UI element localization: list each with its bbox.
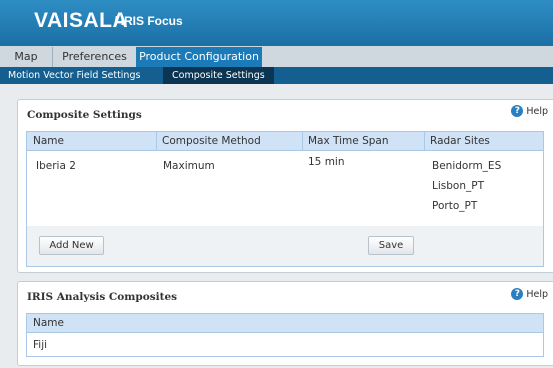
table-header: Name Composite Method Max Time Span Rada… — [27, 132, 543, 151]
tab-product-configuration[interactable]: Product Configuration — [136, 47, 262, 67]
iris-analysis-composites-panel: IRIS Analysis Composites ? Help Name Fij… — [17, 281, 553, 366]
help-label: Help — [526, 288, 548, 300]
radar-site: Benidorm_ES — [432, 160, 502, 172]
composite-table: Name Composite Method Max Time Span Rada… — [26, 131, 544, 267]
main-tab-bar: Map Preferences Product Configuration — [0, 46, 553, 67]
product-name: / IRIS Focus — [114, 14, 183, 28]
analysis-table: Name Fiji — [26, 313, 544, 357]
tab-composite-settings[interactable]: Composite Settings — [163, 67, 274, 84]
row-time-span: 15 min — [308, 156, 345, 168]
table-footer: Add New Save — [27, 226, 543, 266]
column-name: Name — [33, 135, 64, 147]
column-name: Name — [33, 317, 64, 329]
column-composite-method: Composite Method — [156, 132, 302, 150]
help-icon: ? — [511, 288, 524, 300]
panel-title: Composite Settings — [27, 109, 142, 121]
panel-title: IRIS Analysis Composites — [27, 291, 178, 303]
radar-site: Lisbon_PT — [432, 180, 484, 192]
column-radar-sites: Radar Sites — [424, 132, 545, 150]
tab-preferences[interactable]: Preferences — [56, 47, 133, 67]
app-header: VAISALA / IRIS Focus — [0, 0, 553, 46]
row-name: Iberia 2 — [36, 160, 76, 172]
add-new-button[interactable]: Add New — [39, 236, 104, 255]
save-button[interactable]: Save — [368, 236, 414, 255]
help-link[interactable]: ? Help — [511, 105, 548, 117]
help-icon: ? — [511, 105, 524, 117]
help-link[interactable]: ? Help — [511, 288, 548, 300]
table-header: Name — [27, 314, 543, 333]
tab-motion-vector-field-settings[interactable]: Motion Vector Field Settings — [8, 67, 140, 84]
tab-map[interactable]: Map — [0, 47, 53, 67]
composite-settings-panel: Composite Settings ? Help Name Composite… — [17, 99, 553, 273]
column-max-time-span: Max Time Span — [302, 132, 424, 150]
sub-tab-bar: Motion Vector Field Settings Composite S… — [0, 67, 553, 84]
radar-site: Porto_PT — [432, 200, 478, 212]
row-method: Maximum — [163, 160, 215, 172]
help-label: Help — [526, 105, 548, 117]
row-name: Fiji — [33, 339, 48, 351]
